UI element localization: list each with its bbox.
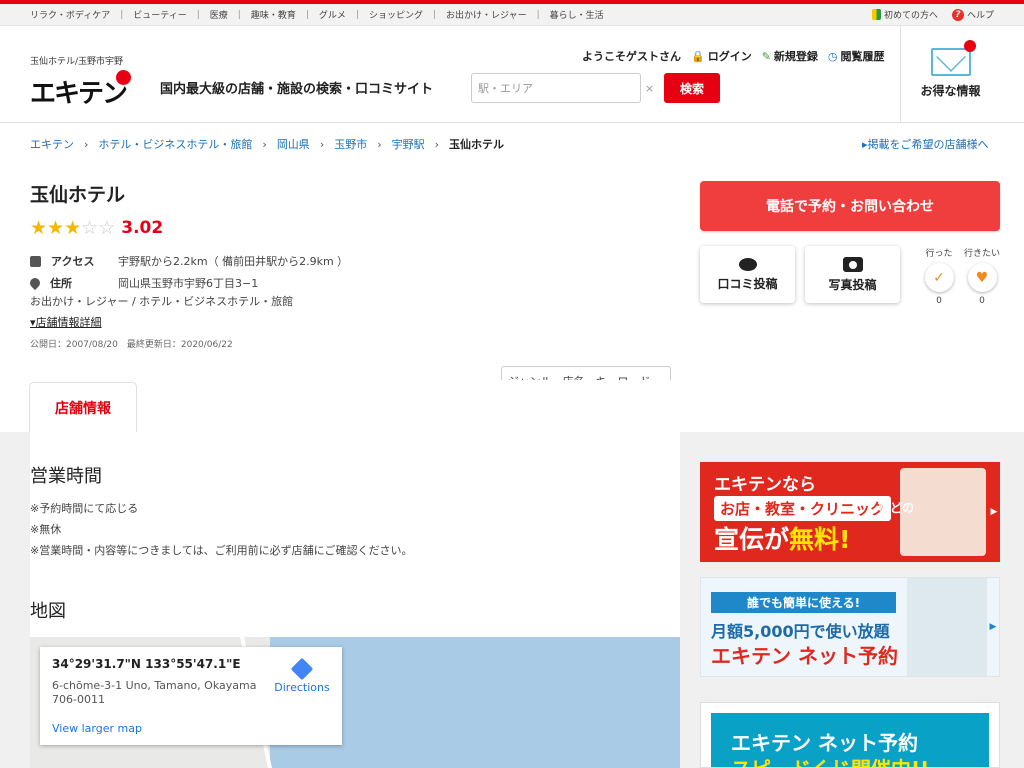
category-bar: リラク・ボディケア | ビューティー | 医療 | 趣味・教育 | グルメ | ショッピン… <box>0 4 1024 26</box>
welcome-text: ようこそゲストさん <box>582 50 681 63</box>
chevron-right-icon: ▶ <box>990 507 998 517</box>
map-info-card: 34°29'31.7"N 133°55'47.1"E 6-chōme-3-1 U… <box>40 647 342 745</box>
page-title: 玉仙ホテル <box>30 184 126 206</box>
access-value: 宇野駅から2.2km（ 備前田井駅から2.9km ） <box>118 255 349 268</box>
site-header: 玉仙ホテル/玉野市宇野 エキテン 国内最大級の店舗・施設の検索・口コミサイト よ… <box>0 26 1024 396</box>
chevron-right-icon: ▶ <box>989 622 997 632</box>
tab-shop-info[interactable]: 店舗情報 <box>29 382 137 432</box>
rating-stars: ★ ★ ★ ☆ ☆ 3.02 <box>30 218 163 238</box>
category-medical[interactable]: 医療 <box>200 8 238 21</box>
breadcrumb-current: 玉仙ホテル <box>449 138 505 151</box>
category-links: リラク・ボディケア | ビューティー | 医療 | 趣味・教育 | グルメ | ショッピン… <box>30 8 614 22</box>
breadcrumb-city[interactable]: 玉野市 <box>334 136 367 152</box>
train-icon <box>30 255 41 267</box>
post-photo-button[interactable]: 写真投稿 <box>805 246 900 303</box>
history-link[interactable]: ◷ 閲覧履歴 <box>828 48 885 64</box>
star-full-icon: ★ <box>30 217 48 239</box>
help-link[interactable]: ? ヘルプ <box>951 8 994 21</box>
chevron-right-icon: › <box>262 137 267 151</box>
chevron-right-icon: › <box>84 137 89 151</box>
heart-icon: ♥ <box>975 269 989 286</box>
category-hobby[interactable]: 趣味・教育 <box>241 8 306 21</box>
ekiten-logo[interactable]: エキテン <box>30 70 146 131</box>
map-pin-icon <box>27 275 43 291</box>
want-button[interactable]: ♥ <box>967 263 997 292</box>
breadcrumb-station[interactable]: 宇野駅 <box>392 136 425 152</box>
banner-person-image <box>907 578 987 676</box>
help-links: 初めての方へ ? ヘルプ <box>871 8 994 21</box>
publish-dates: 公開日：2007/08/20 最終更新日：2020/06/22 <box>30 340 233 350</box>
star-full-icon: ★ <box>64 217 82 239</box>
user-links: ようこそゲストさん 🔒 ログイン ✎ 新規登録 ◷ 閲覧履歴 <box>582 48 885 64</box>
free-ad-banner[interactable]: エキテンなら お店・教室・クリニック などの 宣伝が無料! ▶ <box>700 462 1000 562</box>
post-review-button[interactable]: 口コミ投稿 <box>700 246 795 303</box>
view-larger-map-link[interactable]: View larger map <box>52 722 142 735</box>
notification-badge <box>963 40 976 52</box>
chevron-right-icon: › <box>377 137 382 151</box>
site-sub-title: 玉仙ホテル/玉野市宇野 <box>30 57 124 67</box>
shop-detail-toggle[interactable]: ▾店舗情報詳細 <box>30 314 102 330</box>
rating-score: 3.02 <box>121 218 164 238</box>
shop-info: アクセス 宇野駅から2.2km（ 備前田井駅から2.9km ） 住所 岡山県玉野… <box>27 250 348 294</box>
lock-icon: 🔒 <box>691 49 705 63</box>
advertise-link[interactable]: ▸掲載をご希望の店舗様へ <box>862 136 989 152</box>
category-gourmet[interactable]: グルメ <box>309 8 356 21</box>
directions-icon <box>290 657 314 681</box>
pencil-icon: ✎ <box>761 49 771 63</box>
went-group: 行った ✓ 0 <box>919 246 959 306</box>
station-area-input[interactable]: 駅・エリア <box>471 73 641 103</box>
category-beauty[interactable]: ビューティー <box>123 8 196 21</box>
net-reservation-banner[interactable]: 誰でも簡単に使える! 月額5,000円で使い放題 エキテン ネット予約 ▶ <box>700 577 1000 677</box>
history-icon: ◷ <box>827 49 838 63</box>
check-icon: ✓ <box>933 269 945 286</box>
want-group: 行きたい ♥ 0 <box>963 249 1000 306</box>
first-time-link[interactable]: 初めての方へ <box>871 8 938 21</box>
breadcrumb-prefecture[interactable]: 岡山県 <box>277 136 310 152</box>
category-relax[interactable]: リラク・ボディケア <box>30 8 120 21</box>
address-row: 住所 岡山県玉野市宇野6丁目3−1 <box>27 272 348 294</box>
question-icon: ? <box>951 8 964 21</box>
camera-icon <box>842 256 863 272</box>
speech-bubble-icon <box>738 257 757 271</box>
hours-lines: ※予約時間にて応じる ※無休 ※営業時間・内容等につきましては、ご利用前に必ず店… <box>30 502 413 557</box>
clear-icon[interactable]: × <box>641 82 658 95</box>
chevron-right-icon: › <box>434 137 440 151</box>
star-empty-icon: ☆ <box>81 217 99 239</box>
map-coordinates: 34°29'31.7"N 133°55'47.1"E <box>52 657 241 671</box>
category-living[interactable]: 暮らし・生活 <box>540 8 614 21</box>
search-button[interactable]: 検索 <box>664 73 720 103</box>
directions-link[interactable]: Directions <box>268 657 336 694</box>
call-button[interactable]: 電話で予約・お問い合わせ <box>700 181 1000 231</box>
category-leisure[interactable]: お出かけ・レジャー <box>436 8 537 21</box>
chevron-right-icon: › <box>319 137 325 151</box>
speed-lottery-banner[interactable]: エキテン ネット予約 スピードくじ開催中!! <box>700 702 1000 768</box>
login-link[interactable]: 🔒 ログイン <box>691 48 752 64</box>
deals-button[interactable]: お得な情報 <box>900 26 1000 123</box>
envelope-icon <box>930 40 976 76</box>
site-tagline: 国内最大級の店舗・施設の検索・口コミサイト <box>160 82 434 97</box>
breadcrumb: エキテン › ホテル・ビジネスホテル・旅館 › 岡山県 › 玉野市 › 宇野駅 › 玉仙ホ… <box>30 136 504 152</box>
logo-red-dot <box>116 70 131 85</box>
went-button[interactable]: ✓ <box>924 263 954 292</box>
map-address: 6-chōme-3-1 Uno, Tamano, Okayama 706-001… <box>52 679 257 706</box>
register-link[interactable]: ✎ 新規登録 <box>762 48 818 64</box>
hours-title: 営業時間 <box>30 466 102 487</box>
star-full-icon: ★ <box>47 217 65 239</box>
went-count: 0 <box>936 296 942 306</box>
address-value: 岡山県玉野市宇野6丁目3−1 <box>118 277 259 290</box>
search-bar: 駅・エリア × ジャンル・店名・キーワード 検索 <box>471 73 720 396</box>
shop-genres[interactable]: お出かけ・レジャー / ホテル・ビジネスホテル・旅館 <box>30 293 293 309</box>
breadcrumb-genre[interactable]: ホテル・ビジネスホテル・旅館 <box>98 136 252 152</box>
star-empty-icon: ☆ <box>98 217 116 239</box>
business-hours-section: 営業時間 ※予約時間にて応じる ※無休 ※営業時間・内容等につきましては、ご利用… <box>30 462 412 561</box>
want-count: 0 <box>979 296 985 306</box>
tab-bar: 店舗情報 <box>0 380 1024 432</box>
category-shopping[interactable]: ショッピング <box>359 8 433 21</box>
map-section-title: 地図 <box>30 601 66 622</box>
access-row: アクセス 宇野駅から2.2km（ 備前田井駅から2.9km ） <box>30 250 348 272</box>
beginner-leaf-icon <box>871 9 881 20</box>
breadcrumb-home[interactable]: エキテン <box>30 136 74 152</box>
